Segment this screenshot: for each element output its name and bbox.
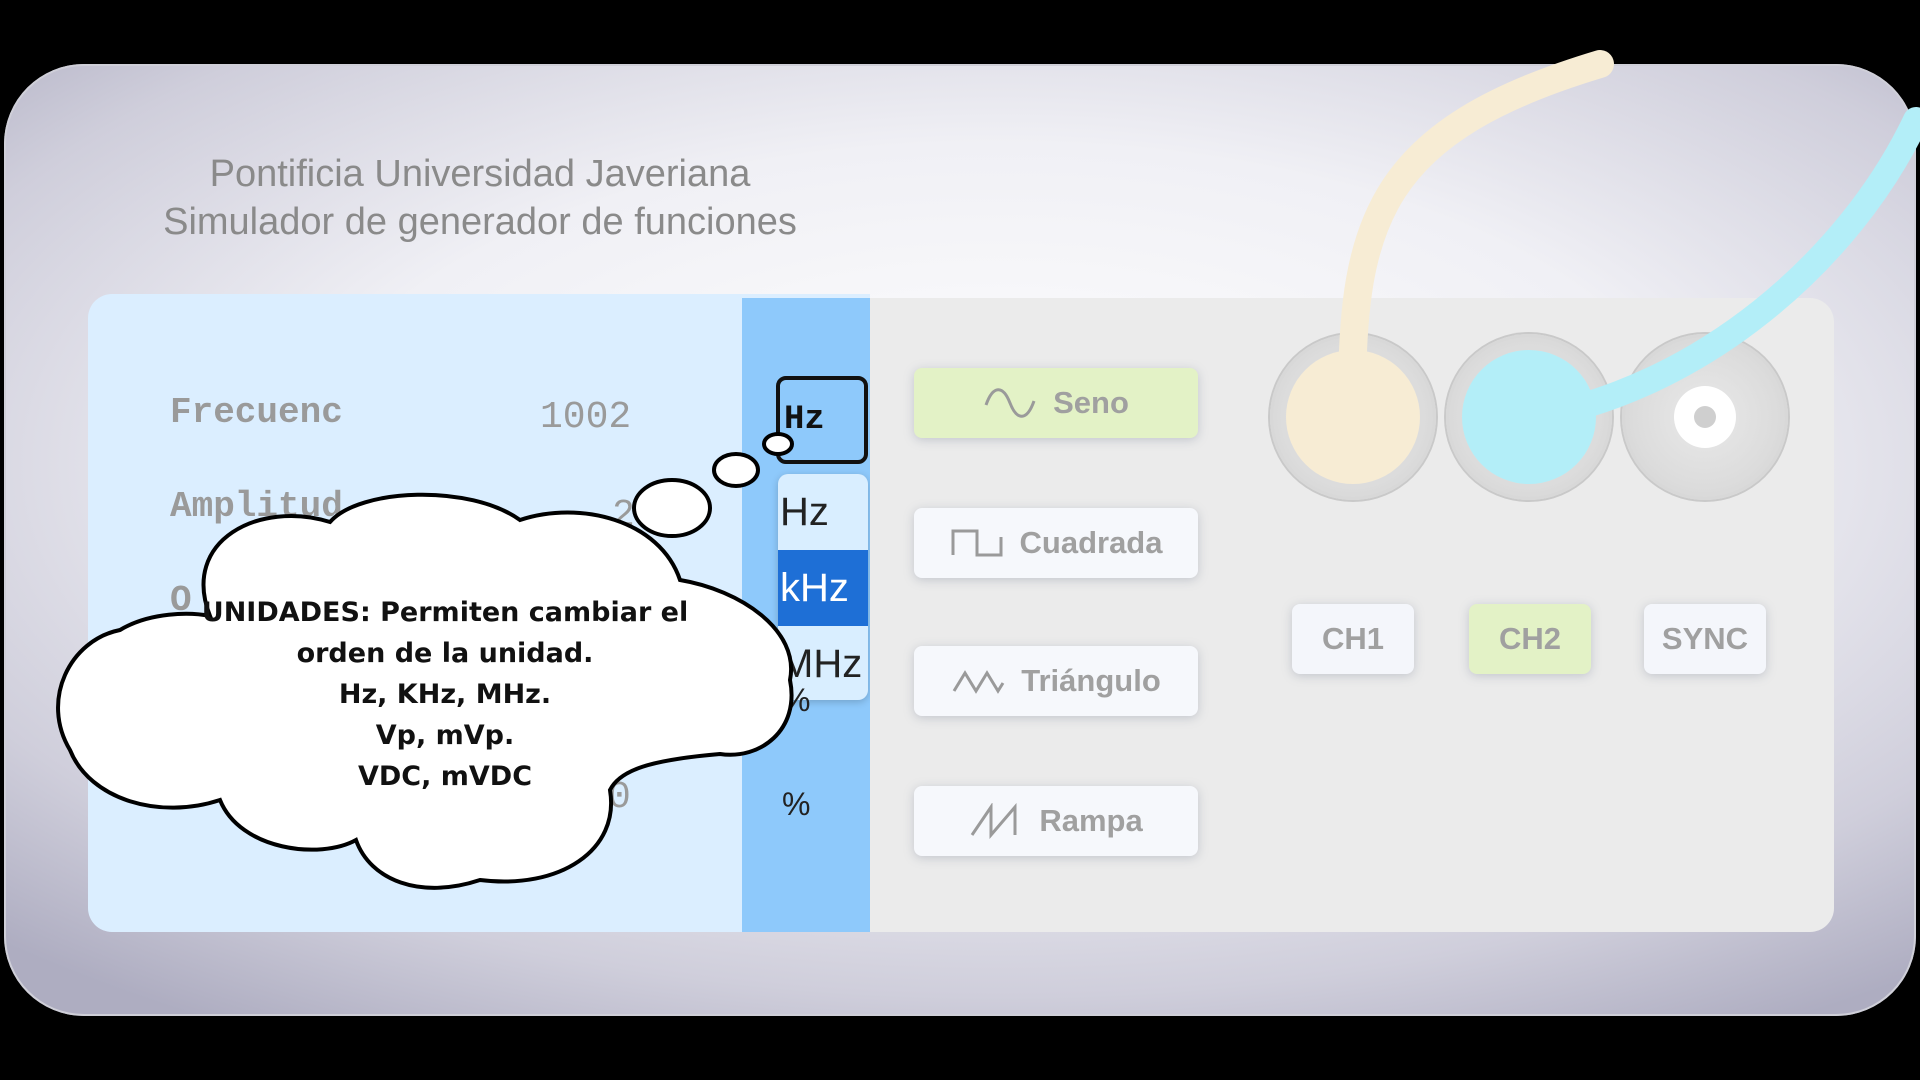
tooltip-line: VDC, mVDC	[357, 761, 533, 792]
tooltip-text: UNIDADES: Permiten cambiar el orden de l…	[200, 592, 690, 797]
tooltip-bubble	[56, 432, 794, 890]
simulator-screen: Pontificia Universidad Javeriana Simulad…	[0, 0, 1920, 1080]
tooltip-line: Vp, mVp.	[375, 720, 515, 751]
tooltip-line: orden de la unidad.	[296, 638, 594, 669]
tooltip-line: UNIDADES: Permiten cambiar el	[201, 597, 689, 628]
tooltip-line: Hz, KHz, MHz.	[338, 679, 552, 710]
